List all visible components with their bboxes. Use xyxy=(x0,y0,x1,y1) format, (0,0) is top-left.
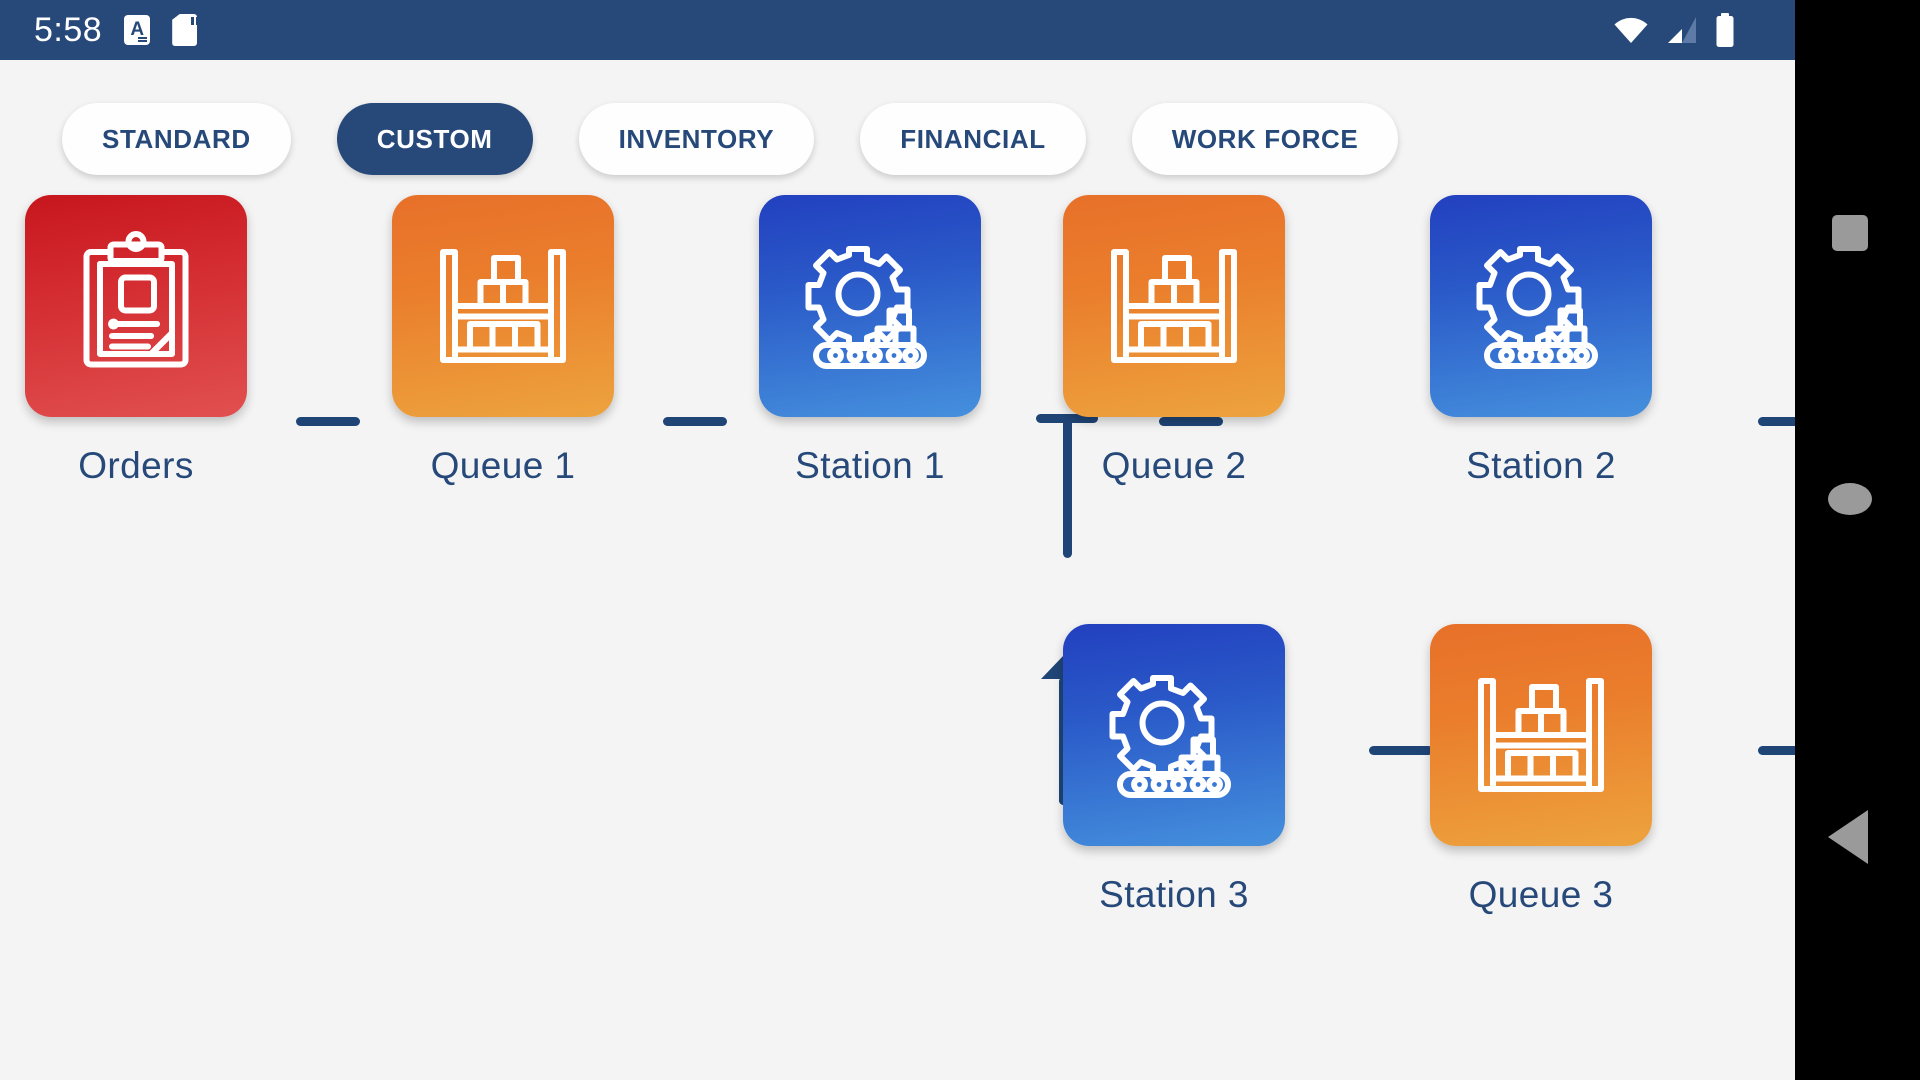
node-orders-card[interactable] xyxy=(25,195,247,417)
app-notification-icon: A xyxy=(124,15,151,45)
tab-standard[interactable]: STANDARD xyxy=(62,103,291,175)
node-queue-1-label: Queue 1 xyxy=(430,445,576,486)
node-orders-label: Orders xyxy=(78,445,194,486)
node-queue-1-card[interactable] xyxy=(392,195,614,417)
node-orders: Orders xyxy=(25,195,247,487)
process-flow-canvas: Orders Queue 1 Station 1 Queue 2 Station… xyxy=(0,178,1818,1080)
battery-icon xyxy=(1716,13,1734,47)
cellular-signal-icon xyxy=(1668,17,1696,43)
status-bar: 5:58 A xyxy=(0,0,1795,60)
status-bar-left: 5:58 A xyxy=(34,11,198,49)
recents-square-icon[interactable] xyxy=(1832,215,1868,251)
status-clock: 5:58 xyxy=(34,11,103,49)
tab-bar: STANDARD CUSTOM INVENTORY FINANCIAL WORK… xyxy=(0,100,1795,178)
node-queue-2-label: Queue 2 xyxy=(1101,445,1247,486)
node-station-1-card[interactable] xyxy=(759,195,981,417)
node-station-2-label: Station 2 xyxy=(1466,445,1616,486)
gear-conveyor-icon xyxy=(1109,675,1231,798)
node-queue-3-label: Queue 3 xyxy=(1468,874,1614,915)
app-root: 5:58 A STANDARD CUSTOM INVENTORY FINANCI… xyxy=(0,0,1920,1080)
node-queue-2-card[interactable] xyxy=(1063,195,1285,417)
connector-station3-to-queue3 xyxy=(1369,746,1433,755)
home-circle-icon[interactable] xyxy=(1828,483,1872,515)
node-queue-3: Queue 3 xyxy=(1430,624,1652,916)
tab-custom[interactable]: CUSTOM xyxy=(336,103,533,175)
connector-queue1-to-station1 xyxy=(663,417,727,426)
node-station-2-card[interactable] xyxy=(1430,195,1652,417)
back-triangle-icon[interactable] xyxy=(1828,810,1868,864)
android-navigation-bar xyxy=(1795,0,1920,1080)
status-bar-right xyxy=(1613,13,1773,47)
node-station-1-label: Station 1 xyxy=(795,445,945,486)
node-queue-1: Queue 1 xyxy=(392,195,614,487)
warehouse-rack-icon xyxy=(440,249,566,363)
node-station-2: Station 2 xyxy=(1430,195,1652,487)
warehouse-rack-icon xyxy=(1478,678,1604,792)
tab-financial[interactable]: FINANCIAL xyxy=(860,103,1086,175)
sd-card-icon xyxy=(172,14,198,46)
warehouse-rack-icon xyxy=(1111,249,1237,363)
gear-conveyor-icon xyxy=(805,246,927,369)
node-queue-2: Queue 2 xyxy=(1063,195,1285,487)
node-station-3-card[interactable] xyxy=(1063,624,1285,846)
tab-work-force[interactable]: WORK FORCE xyxy=(1131,103,1399,175)
node-station-1: Station 1 xyxy=(759,195,981,487)
clipboard-order-icon xyxy=(83,231,189,368)
wifi-icon xyxy=(1614,17,1648,43)
node-queue-3-card[interactable] xyxy=(1430,624,1652,846)
tab-inventory[interactable]: INVENTORY xyxy=(578,103,815,175)
gear-conveyor-icon xyxy=(1476,246,1598,369)
connector-orders-to-queue1 xyxy=(296,417,360,426)
node-station-3: Station 3 xyxy=(1063,624,1285,916)
node-station-3-label: Station 3 xyxy=(1099,874,1249,915)
